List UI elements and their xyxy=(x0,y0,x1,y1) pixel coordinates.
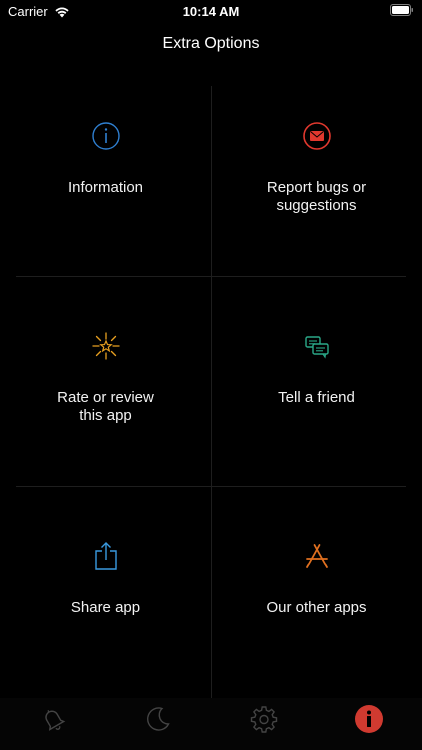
option-label: Rate or review this app xyxy=(57,389,154,424)
sparkle-star-icon xyxy=(91,332,120,360)
tab-sleep[interactable] xyxy=(105,698,210,744)
page-title: Extra Options xyxy=(162,35,260,52)
option-label: Tell a friend xyxy=(278,389,355,406)
option-label: Report bugs or suggestions xyxy=(266,179,367,214)
option-rate-review[interactable]: Rate or review this app xyxy=(0,296,211,500)
option-tell-friend[interactable]: Tell a friend xyxy=(211,296,422,500)
tab-bar xyxy=(0,698,422,750)
option-information[interactable]: Information xyxy=(0,86,211,290)
info-icon xyxy=(91,122,120,150)
option-report-bugs[interactable]: Report bugs or suggestions xyxy=(211,86,422,290)
chat-bubbles-icon xyxy=(304,336,329,359)
gear-icon xyxy=(250,706,277,733)
share-icon xyxy=(94,542,117,570)
options-grid: Information Report bugs or suggestions R… xyxy=(0,86,422,698)
option-share-app[interactable]: Share app xyxy=(0,506,211,710)
tab-alarms[interactable] xyxy=(0,698,105,744)
option-other-apps[interactable]: Our other apps xyxy=(211,506,422,710)
mail-icon xyxy=(302,122,331,150)
status-bar: Carrier 10:14 AM xyxy=(0,0,422,22)
app-store-icon xyxy=(305,544,328,568)
option-label: Our other apps xyxy=(266,599,367,616)
option-label: Share app xyxy=(70,599,141,616)
info-icon xyxy=(354,705,383,733)
moon-icon xyxy=(146,707,170,731)
option-label: Information xyxy=(67,179,144,196)
tab-settings[interactable] xyxy=(211,698,316,744)
bell-icon xyxy=(44,709,65,731)
battery-icon xyxy=(390,4,413,16)
status-time: 10:14 AM xyxy=(182,4,240,19)
tab-info[interactable] xyxy=(316,698,421,744)
